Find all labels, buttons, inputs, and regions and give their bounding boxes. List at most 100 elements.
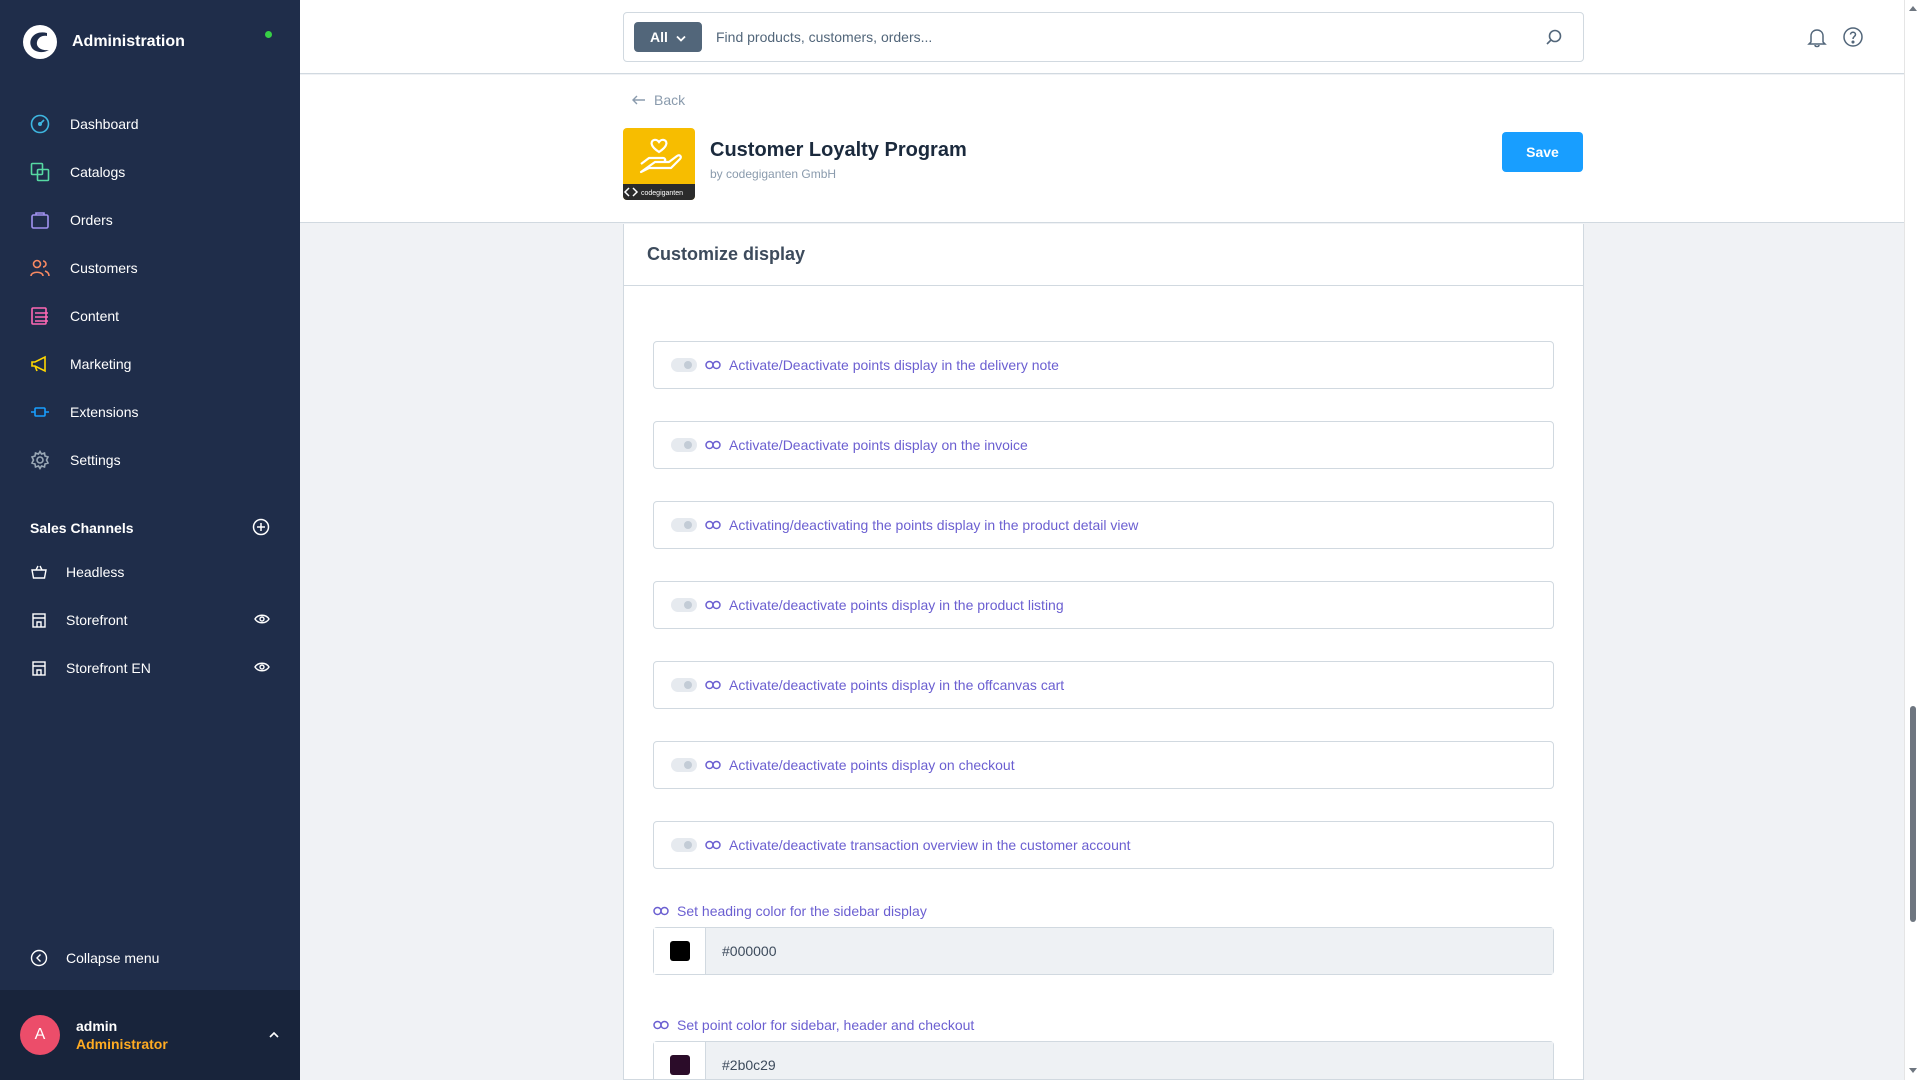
save-button[interactable]: Save	[1502, 132, 1583, 172]
hand-heart-icon	[639, 138, 682, 174]
toggle-switch[interactable]	[671, 358, 697, 372]
customize-display-card: Customize display Activate/Deactivate po…	[623, 224, 1584, 1080]
user-menu[interactable]: A admin Administrator	[0, 990, 300, 1080]
marketing-icon	[28, 352, 52, 376]
toggle-switch[interactable]	[671, 598, 697, 612]
main-nav: Dashboard Catalogs Orders Customers Cont…	[0, 84, 300, 484]
collapse-menu-button[interactable]: Collapse menu	[0, 940, 300, 976]
nav-item-catalogs[interactable]: Catalogs	[0, 148, 300, 196]
link-icon	[705, 840, 721, 850]
color-label-text: Set point color for sidebar, header and …	[677, 1017, 975, 1033]
plugin-logo: codegiganten	[623, 128, 695, 200]
user-info: admin Administrator	[76, 1018, 168, 1052]
nav-item-extensions[interactable]: Extensions	[0, 388, 300, 436]
back-link[interactable]: Back	[632, 92, 685, 108]
storefront-icon	[30, 659, 48, 677]
plugin-logo-text: codegiganten	[641, 190, 683, 197]
search-type-label: All	[650, 29, 668, 45]
color-picker[interactable]: #2b0c29	[653, 1041, 1554, 1079]
extensions-icon	[28, 400, 52, 424]
user-name: admin	[76, 1018, 118, 1034]
back-label: Back	[654, 92, 686, 108]
toggle-switch[interactable]	[671, 438, 697, 452]
search-input[interactable]	[716, 17, 1545, 57]
nav-item-customers[interactable]: Customers	[0, 244, 300, 292]
link-icon	[705, 360, 721, 370]
avatar: A	[20, 1015, 60, 1055]
help-icon[interactable]	[1842, 26, 1864, 53]
nav-item-dashboard[interactable]: Dashboard	[0, 100, 300, 148]
color-field-point: Set point color for sidebar, header and …	[653, 1015, 1554, 1079]
color-swatch-button[interactable]	[654, 1042, 706, 1079]
sales-channel-storefront-en[interactable]: Storefront EN	[0, 644, 300, 692]
status-indicator	[265, 31, 272, 38]
bell-icon[interactable]	[1806, 26, 1828, 53]
add-sales-channel-icon[interactable]	[252, 518, 270, 539]
eye-icon[interactable]	[254, 612, 270, 628]
scroll-thumb[interactable]	[1910, 706, 1916, 922]
page-scrollbar[interactable]	[1904, 0, 1920, 1080]
nav-label: Orders	[70, 212, 113, 228]
color-swatch-button[interactable]	[654, 928, 706, 974]
options-list: Activate/Deactivate points display in th…	[624, 286, 1583, 1079]
nav-label: Content	[70, 308, 120, 324]
sidebar: Administration Dashboard Catalogs Orders	[0, 0, 300, 1080]
nav-item-marketing[interactable]: Marketing	[0, 340, 300, 388]
settings-icon	[28, 448, 52, 472]
toggle-option[interactable]: Activate/deactivate transaction overview…	[653, 821, 1554, 869]
toggle-switch[interactable]	[671, 758, 697, 772]
user-role: Administrator	[76, 1036, 168, 1052]
global-search: All	[623, 12, 1584, 62]
nav-label: Extensions	[70, 404, 139, 420]
toggle-label: Activate/Deactivate points display on th…	[729, 437, 1028, 453]
toggle-label: Activating/deactivating the points displ…	[729, 517, 1139, 533]
arrow-left-icon	[632, 92, 646, 108]
search-type-dropdown[interactable]: All	[634, 22, 702, 52]
chevron-up-icon[interactable]	[268, 1031, 280, 1039]
eye-icon[interactable]	[254, 660, 270, 676]
toggle-option[interactable]: Activate/deactivate points display on ch…	[653, 741, 1554, 789]
toggle-option[interactable]: Activate/deactivate points display in th…	[653, 581, 1554, 629]
link-icon	[705, 440, 721, 450]
sales-channel-storefront[interactable]: Storefront	[0, 596, 300, 644]
link-icon	[705, 520, 721, 530]
sales-channel-headless[interactable]: Headless	[0, 548, 300, 596]
nav-item-settings[interactable]: Settings	[0, 436, 300, 484]
nav-label: Settings	[70, 452, 121, 468]
scroll-down-arrow[interactable]	[1909, 1068, 1917, 1073]
nav-item-orders[interactable]: Orders	[0, 196, 300, 244]
link-icon	[653, 906, 669, 916]
color-field-heading: Set heading color for the sidebar displa…	[653, 901, 1554, 975]
toggle-option[interactable]: Activating/deactivating the points displ…	[653, 501, 1554, 549]
toggle-switch[interactable]	[671, 678, 697, 692]
nav-item-content[interactable]: Content	[0, 292, 300, 340]
page-title: Customer Loyalty Program	[710, 139, 967, 161]
storefront-icon	[30, 611, 48, 629]
search-icon[interactable]	[1545, 28, 1567, 46]
toggle-label: Activate/deactivate points display in th…	[729, 597, 1064, 613]
shopware-logo-icon[interactable]	[22, 24, 58, 60]
collapse-menu-label: Collapse menu	[66, 950, 160, 966]
customers-icon	[28, 256, 52, 280]
link-icon	[705, 760, 721, 770]
sales-channels-header: Sales Channels	[0, 508, 300, 548]
content-icon	[28, 304, 52, 328]
color-swatch	[669, 941, 690, 961]
app-title: Administration	[72, 33, 185, 50]
nav-label: Marketing	[70, 356, 132, 372]
color-value-input[interactable]: #2b0c29	[706, 1042, 1553, 1079]
scroll-up-arrow[interactable]	[1909, 6, 1917, 11]
color-picker[interactable]: #000000	[653, 927, 1554, 975]
toggle-option[interactable]: Activate/Deactivate points display in th…	[653, 341, 1554, 389]
sales-channel-label: Storefront	[66, 612, 128, 628]
toggle-option[interactable]: Activate/Deactivate points display on th…	[653, 421, 1554, 469]
toggle-switch[interactable]	[671, 838, 697, 852]
sales-channel-label: Headless	[66, 564, 125, 580]
toggle-option[interactable]: Activate/deactivate points display in th…	[653, 661, 1554, 709]
color-value-input[interactable]: #000000	[706, 928, 1553, 974]
plugin-logo-strip: codegiganten	[623, 184, 695, 200]
toggle-switch[interactable]	[671, 518, 697, 532]
link-icon	[705, 600, 721, 610]
nav-label: Dashboard	[70, 116, 139, 132]
nav-label: Catalogs	[70, 164, 126, 180]
